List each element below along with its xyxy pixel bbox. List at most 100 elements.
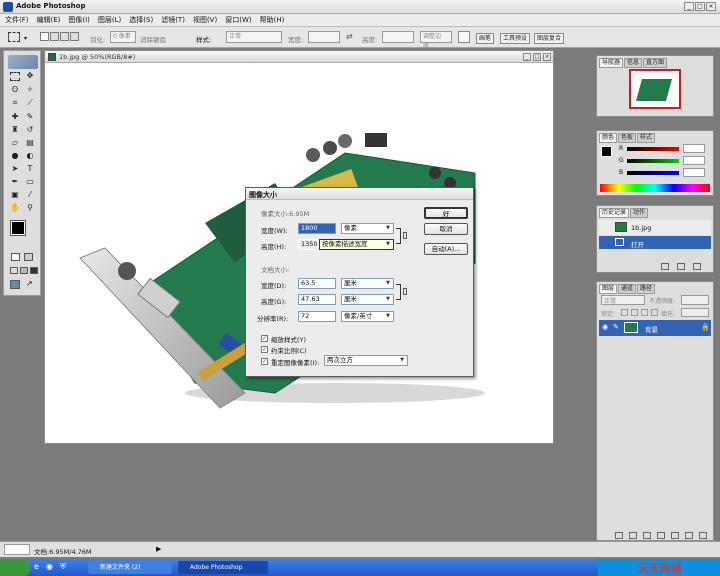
marquee-icon[interactable] — [10, 72, 20, 81]
new-group-icon[interactable] — [671, 532, 679, 539]
tab-history[interactable]: 历史记录 — [599, 208, 630, 218]
cancel-button[interactable]: 取消 — [424, 223, 468, 235]
magic-wand-icon[interactable]: ✧ — [24, 84, 36, 96]
jump-icon[interactable]: ↗ — [26, 279, 33, 288]
tab-paths[interactable]: 路径 — [637, 284, 656, 294]
refine-edge-button[interactable]: 调整边缘... — [420, 31, 452, 50]
menu-image[interactable]: 图像(I) — [68, 15, 90, 25]
menu-layer[interactable]: 图层(L) — [98, 15, 121, 25]
type-icon[interactable]: T — [24, 163, 36, 175]
tab-brushes[interactable]: 画笔 — [476, 33, 495, 44]
hand-icon[interactable]: ✋ — [9, 202, 21, 214]
full-screen-menu-icon[interactable] — [20, 267, 28, 274]
lock-position-icon[interactable] — [641, 309, 648, 316]
adjustment-layer-icon[interactable] — [657, 532, 665, 539]
move-icon[interactable]: ✥ — [24, 70, 36, 82]
gradient-icon[interactable]: ▤ — [24, 137, 36, 149]
play-icon[interactable]: ▶ — [156, 545, 161, 553]
color-spectrum-bar[interactable] — [600, 184, 710, 192]
blur-icon[interactable]: ● — [9, 150, 21, 162]
menu-window[interactable]: 窗口(W) — [225, 15, 251, 25]
shield-icon[interactable]: ⛨ — [60, 562, 66, 572]
height-input[interactable]: 1350 — [298, 239, 318, 250]
tab-layers[interactable]: 图层 — [599, 284, 618, 294]
swap-icon[interactable]: ⇄ — [346, 32, 353, 41]
lock-transparency-icon[interactable] — [621, 309, 628, 316]
new-selection-icon[interactable] — [40, 32, 49, 41]
browser-icon[interactable]: ◉ — [46, 562, 53, 571]
tab-actions[interactable]: 动作 — [630, 208, 649, 218]
subtract-selection-icon[interactable] — [60, 32, 69, 41]
green-input[interactable] — [683, 156, 705, 165]
screen-mode-icon[interactable] — [10, 267, 18, 274]
maximize-icon[interactable]: □ — [695, 2, 705, 11]
doc-height-input[interactable]: 47.63 — [298, 294, 336, 305]
path-selection-icon[interactable]: ➤ — [9, 163, 21, 175]
tab-navigator[interactable]: 导航器 — [599, 58, 624, 68]
resolution-input[interactable]: 72 — [298, 311, 336, 322]
lasso-icon[interactable]: ʘ — [9, 84, 21, 96]
menu-help[interactable]: 帮助(H) — [260, 15, 285, 25]
menu-select[interactable]: 选择(S) — [129, 15, 153, 25]
blue-input[interactable] — [683, 168, 705, 177]
notes-icon[interactable]: ▣ — [9, 189, 21, 201]
doc-width-unit-select[interactable]: 厘米 ▼ — [341, 278, 394, 289]
style-select[interactable]: 正常 — [226, 31, 282, 43]
zoom-input[interactable] — [4, 544, 30, 555]
ok-button[interactable]: 好 — [424, 207, 468, 219]
brush-icon[interactable]: ✎ — [24, 111, 36, 123]
menu-filter[interactable]: 滤镜(T) — [161, 15, 185, 25]
foreground-swatch[interactable] — [601, 146, 612, 157]
clone-stamp-icon[interactable]: ♜ — [9, 124, 21, 136]
standard-mode-icon[interactable] — [11, 253, 20, 261]
tab-layer-comps[interactable]: 图层复合 — [534, 33, 565, 44]
doc-height-unit-select[interactable]: 厘米 ▼ — [341, 294, 394, 305]
intersect-selection-icon[interactable] — [70, 32, 79, 41]
add-selection-icon[interactable] — [50, 32, 59, 41]
minimize-icon[interactable]: _ — [684, 2, 694, 11]
doc-width-input[interactable]: 63.5 — [298, 278, 336, 289]
opacity-input[interactable] — [681, 295, 709, 305]
link-layers-icon[interactable] — [615, 532, 623, 539]
tab-swatches[interactable]: 色板 — [618, 133, 637, 143]
width-input[interactable]: 1800 — [298, 223, 336, 234]
layer-style-icon[interactable] — [629, 532, 637, 539]
auto-button[interactable]: 自动(A)... — [424, 243, 468, 255]
dodge-icon[interactable]: ◐ — [24, 150, 36, 162]
tab-tool-presets[interactable]: 工具预设 — [500, 33, 531, 44]
lock-all-icon[interactable] — [651, 309, 658, 316]
new-layer-icon[interactable] — [685, 532, 693, 539]
red-slider[interactable] — [627, 147, 679, 151]
navigator-preview[interactable] — [629, 69, 681, 109]
zoom-icon[interactable]: ⚲ — [24, 202, 36, 214]
minimize-icon[interactable]: _ — [523, 53, 531, 61]
height-unit-select[interactable]: 按像素描述宽度 ▼ — [319, 239, 394, 250]
blue-slider[interactable] — [627, 171, 679, 175]
history-brush-icon[interactable]: ↺ — [24, 124, 36, 136]
lock-pixels-icon[interactable] — [631, 309, 638, 316]
antialias-checkbox[interactable]: 消除锯齿 — [140, 34, 166, 44]
scale-styles-checkbox[interactable]: ✓ — [261, 335, 268, 342]
taskbar-item-photoshop[interactable]: Adobe Photoshop — [178, 561, 268, 574]
width-unit-select[interactable]: 像素 ▼ — [341, 223, 394, 234]
constrain-proportions-checkbox[interactable]: ✓ — [261, 346, 268, 353]
start-button[interactable] — [0, 559, 30, 576]
menu-edit[interactable]: 编辑(E) — [37, 15, 61, 25]
foreground-color-swatch[interactable] — [10, 220, 26, 236]
resample-checkbox[interactable]: ✓ — [261, 358, 268, 365]
eraser-icon[interactable]: ▱ — [9, 137, 21, 149]
layer-row[interactable]: ◉ ✎ 背景 🔒 — [599, 320, 711, 336]
pen-icon[interactable]: ✒ — [9, 176, 21, 188]
tab-info[interactable]: 信息 — [624, 58, 643, 68]
feather-input[interactable]: 0 像素 — [110, 31, 136, 43]
rectangle-icon[interactable]: ▭ — [24, 176, 36, 188]
trash-icon[interactable] — [699, 532, 707, 539]
height-input[interactable] — [382, 31, 414, 43]
history-state-row[interactable]: 打开 — [599, 236, 711, 249]
resolution-unit-select[interactable]: 像素/英寸 ▼ — [341, 311, 394, 322]
taskbar-item-folder[interactable]: 新建文件夹 (2) — [88, 561, 172, 574]
red-input[interactable] — [683, 144, 705, 153]
menu-view[interactable]: 视图(V) — [193, 15, 217, 25]
healing-brush-icon[interactable]: ✚ — [9, 111, 21, 123]
blend-mode-select[interactable]: 正常 — [601, 295, 645, 305]
